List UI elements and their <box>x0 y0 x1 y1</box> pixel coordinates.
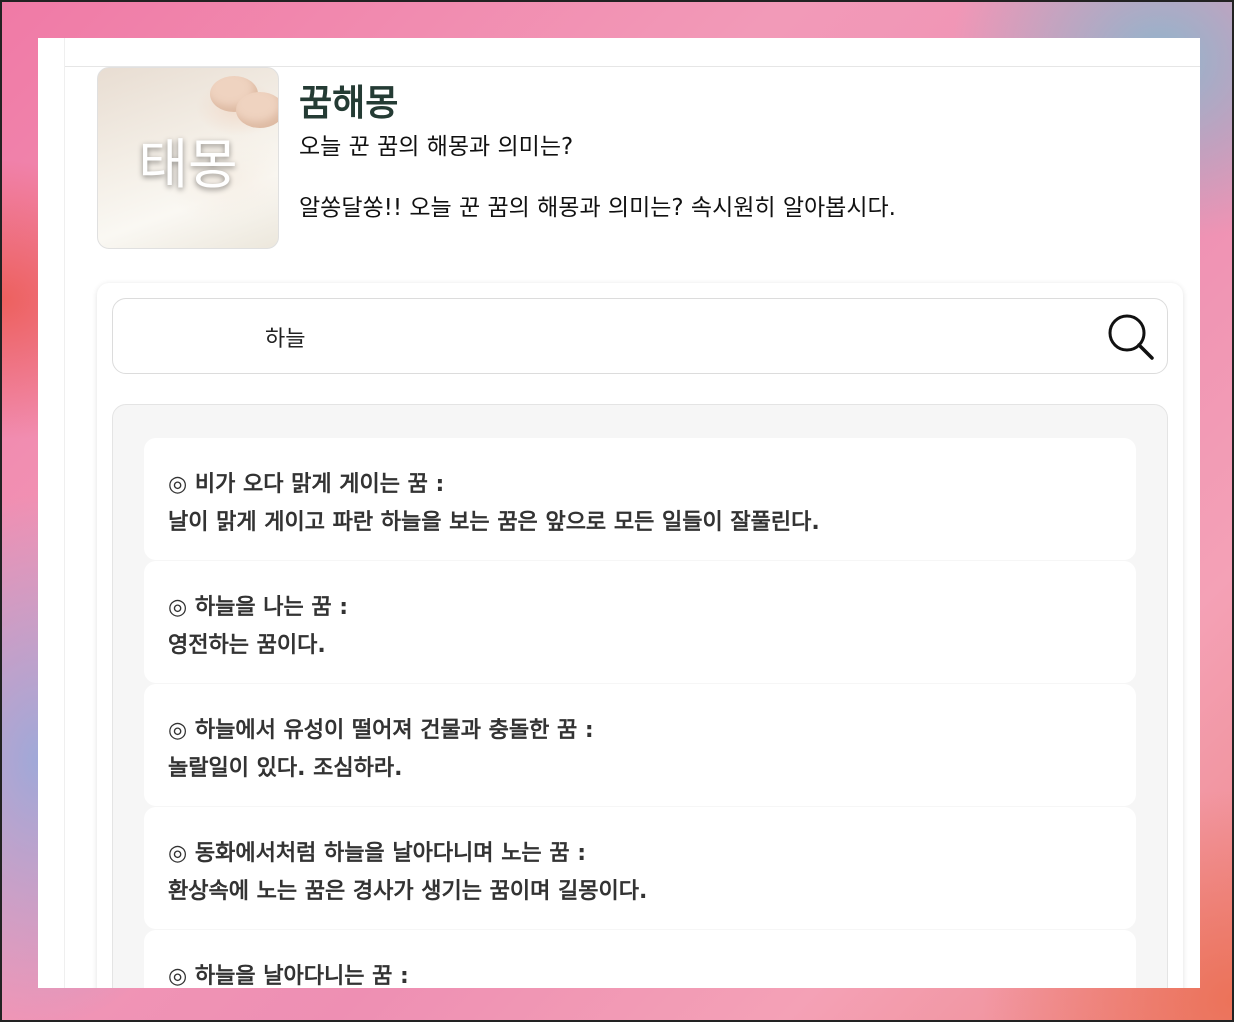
result-title: ◎ 동화에서처럼 하늘을 날아다니며 노는 꿈 : <box>168 841 587 866</box>
list-item[interactable]: ◎ 비가 오다 맑게 게이는 꿈 : 날이 맑게 게이고 파란 하늘을 보는 꿈… <box>144 438 1136 560</box>
search-card: ◎ 비가 오다 맑게 게이는 꿈 : 날이 맑게 게이고 파란 하늘을 보는 꿈… <box>97 283 1183 988</box>
list-item[interactable]: ◎ 하늘에서 유성이 떨어져 건물과 충돌한 꿈 : 놀랄일이 있다. 조심하라… <box>144 684 1136 806</box>
left-divider <box>64 38 65 988</box>
app-description: 알쏭달쏭!! 오늘 꾼 꿈의 해몽과 의미는? 속시원히 알아봅시다. <box>299 195 896 221</box>
list-item[interactable]: ◎ 하늘을 나는 꿈 : 영전하는 꿈이다. <box>144 561 1136 683</box>
result-title: ◎ 하늘에서 유성이 떨어져 건물과 충돌한 꿈 : <box>168 718 594 743</box>
list-item[interactable]: ◎ 동화에서처럼 하늘을 날아다니며 노는 꿈 : 환상속에 노는 꿈은 경사가… <box>144 807 1136 929</box>
result-body: 놀랄일이 있다. 조심하라. <box>168 756 403 781</box>
app-subtitle: 오늘 꾼 꿈의 해몽과 의미는? <box>299 134 574 160</box>
result-title: ◎ 비가 오다 맑게 게이는 꿈 : <box>168 472 445 497</box>
search-bar <box>112 298 1168 374</box>
result-body: 영전하는 꿈이다. <box>168 633 326 658</box>
results-list: ◎ 비가 오다 맑게 게이는 꿈 : 날이 맑게 게이고 파란 하늘을 보는 꿈… <box>112 404 1168 988</box>
search-input[interactable] <box>263 319 1087 355</box>
list-item[interactable]: ◎ 하늘을 날아다니는 꿈 : <box>144 930 1136 988</box>
result-title: ◎ 하늘을 날아다니는 꿈 : <box>168 964 409 988</box>
result-body: 날이 맑게 게이고 파란 하늘을 보는 꿈은 앞으로 모든 일들이 잘풀린다. <box>168 510 820 535</box>
app-thumbnail: 태몽 <box>97 67 279 249</box>
search-icon[interactable] <box>1107 313 1155 361</box>
result-title: ◎ 하늘을 나는 꿈 : <box>168 595 349 620</box>
app-panel: 태몽 꿈해몽 오늘 꾼 꿈의 해몽과 의미는? 알쏭달쏭!! 오늘 꾼 꿈의 해… <box>38 38 1200 988</box>
app-title: 꿈해몽 <box>299 83 399 124</box>
thumbnail-label: 태몽 <box>138 133 238 196</box>
result-body: 환상속에 노는 꿈은 경사가 생기는 꿈이며 길몽이다. <box>168 879 648 904</box>
